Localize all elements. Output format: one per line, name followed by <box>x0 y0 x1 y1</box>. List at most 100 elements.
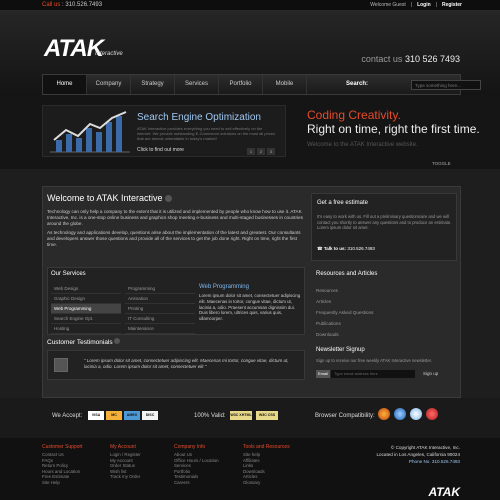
discover-icon: DISC <box>142 411 158 420</box>
call-us: Call us : 310.526.7493 <box>42 2 103 8</box>
search-input[interactable]: Type something here... <box>411 80 481 90</box>
service-item[interactable]: Search Engine Opt. <box>51 314 121 324</box>
feature-slider: Search Engine Optimization ATAK Interact… <box>0 95 500 169</box>
service-item[interactable]: Programming <box>125 284 195 294</box>
opera-icon <box>426 408 438 420</box>
nav-home[interactable]: Home <box>43 75 87 94</box>
footer-link[interactable]: Glossary <box>243 480 290 486</box>
nav-services[interactable]: Services <box>175 75 219 94</box>
welcome-text: Welcome Guest <box>370 2 406 8</box>
service-item[interactable]: IT Consulting <box>125 314 195 324</box>
footer-col-account: My Account Login / Register My Account O… <box>110 444 141 480</box>
resource-link[interactable]: Articles <box>316 296 452 307</box>
slide: Search Engine Optimization ATAK Interact… <box>42 105 286 157</box>
testimonials-title: Customer Testimonials <box>47 338 121 346</box>
footer-col-tools: Tools and Resources Site help Affiliates… <box>243 444 290 486</box>
copyright-text: © Copyright ATAK Interactive, Inc. <box>390 445 460 450</box>
location-text: Located in Los Angeles, California 90024 <box>376 452 460 457</box>
service-item[interactable]: Web Design <box>51 284 121 294</box>
ie-icon <box>394 408 406 420</box>
estimate-text: It's easy to work with us. Fill out a pr… <box>317 214 452 230</box>
footer-link[interactable]: Careers <box>174 480 219 486</box>
resource-link[interactable]: Downloads <box>316 329 452 340</box>
login-link[interactable]: Login <box>417 2 431 8</box>
account-links: Welcome Guest | Login | Register <box>370 2 462 8</box>
nav-portfolio[interactable]: Portfolio <box>219 75 263 94</box>
page: Call us : 310.526.7493 Welcome Guest | L… <box>0 0 500 500</box>
copyright-block: © Copyright ATAK Interactive, Inc. Locat… <box>376 444 460 465</box>
email-label: Email <box>316 370 330 378</box>
nav-company[interactable]: Company <box>87 75 131 94</box>
testimonial-box: " Lorem ipsum dolor sit amet, consectetu… <box>47 350 305 380</box>
slide-page-2[interactable]: 2 <box>257 148 265 155</box>
footer: Customer Support Contact Us FAQs Return … <box>0 438 500 500</box>
resource-link[interactable]: Frequently Asked Questions <box>316 307 452 318</box>
newsletter-text: Sign up to receive our free weekly ATAK … <box>316 358 432 363</box>
services-list-1: Web Design Graphic Design Web Programmin… <box>51 284 121 334</box>
services-list-2: Programming Animation Printing IT Consul… <box>125 284 195 334</box>
service-item[interactable]: Hosting <box>51 324 121 334</box>
estimate-title[interactable]: Get a free estimate <box>317 200 368 206</box>
newsletter-title: Newsletter Signup <box>316 347 365 353</box>
nav-mobile[interactable]: Mobile <box>263 75 307 94</box>
phone-icon: ☎ <box>317 246 323 251</box>
logo[interactable]: ATAK <box>44 35 104 63</box>
header: ATAK Interactive contact us 310 526 7493… <box>0 11 500 95</box>
amex-icon: AMEX <box>124 411 140 420</box>
resource-link[interactable]: Publications <box>316 318 452 329</box>
main-nav: Home Company Strategy Services Portfolio… <box>42 74 481 95</box>
service-item[interactable]: Maintenance <box>125 324 195 334</box>
service-item[interactable]: Graphic Design <box>51 294 121 304</box>
email-input[interactable]: Type email address here <box>331 370 415 378</box>
resources-list: Resources Articles Frequently Asked Ques… <box>316 285 452 340</box>
talk-to-us: ☎ Talk to us: 310.526.7493 <box>317 246 375 251</box>
w3c-xhtml-badge: W3C XHTML <box>230 411 252 420</box>
top-bar: Call us : 310.526.7493 Welcome Guest | L… <box>0 0 500 11</box>
service-item[interactable]: Animation <box>125 294 195 304</box>
tagline-welcome: Welcome to the ATAK Interactive website. <box>307 142 418 148</box>
main-content: Welcome to ATAK Interactive Technology c… <box>42 186 461 398</box>
resource-link[interactable]: Resources <box>316 285 452 296</box>
service-detail-text: Lorem ipsum dolor sit amet, consectetuer… <box>199 293 301 322</box>
we-accept-label: We Accept: <box>52 413 83 419</box>
safari-icon <box>410 408 422 420</box>
w3c-css-badge: W3C CSS <box>256 411 278 420</box>
visa-icon: VISA <box>88 411 104 420</box>
slide-title: Search Engine Optimization <box>137 112 261 123</box>
register-link[interactable]: Register <box>442 2 462 8</box>
footer-link[interactable]: Login / Register <box>110 452 141 458</box>
testimonial-avatar <box>54 358 68 372</box>
slide-more-link[interactable]: Click to find out more <box>137 147 184 153</box>
header-contact: contact us 310 526 7493 <box>361 54 460 64</box>
footer-link[interactable]: Site Help <box>42 480 83 486</box>
slide-page-3[interactable]: 3 <box>267 148 275 155</box>
footer-logo[interactable]: ATAK <box>428 485 460 499</box>
footer-link[interactable]: Track my Order <box>110 474 141 480</box>
service-detail-title: Web Programming <box>199 284 249 290</box>
slide-description: ATAK Interactive provides everything you… <box>137 126 275 141</box>
arrow-icon <box>165 195 173 203</box>
logo-subtitle: Interactive <box>95 51 123 57</box>
service-item[interactable]: Printing <box>125 304 195 314</box>
footer-col-support: Customer Support Contact Us FAQs Return … <box>42 444 83 486</box>
welcome-title: Welcome to ATAK Interactive <box>47 193 173 203</box>
services-title: Our Services <box>51 271 86 277</box>
signup-button[interactable]: Sign up <box>423 371 438 376</box>
services-panel: Our Services Web Design Graphic Design W… <box>47 267 305 335</box>
estimate-panel: Get a free estimate It's easy to work wi… <box>311 193 457 261</box>
browser-compat-label: Browser Compatibility: <box>315 413 375 419</box>
growth-chart-icon <box>50 111 130 153</box>
arrow-icon <box>114 338 121 344</box>
tagline-primary: Coding Creativity. <box>307 108 401 122</box>
nav-strategy[interactable]: Strategy <box>131 75 175 94</box>
firefox-icon <box>378 408 390 420</box>
trust-bar: We Accept: VISA MC AMEX DISC 100% Valid:… <box>0 398 500 438</box>
service-item-active[interactable]: Web Programming <box>51 304 121 314</box>
tagline-secondary: Right on time, right the first time. <box>307 122 480 136</box>
slide-page-1[interactable]: 1 <box>247 148 255 155</box>
mastercard-icon: MC <box>106 411 122 420</box>
toggle-button[interactable]: TOGGLE <box>432 161 451 166</box>
testimonial-quote: " Lorem ipsum dolor sit amet, consectetu… <box>84 358 289 369</box>
resources-title: Resources and Articles <box>316 271 378 277</box>
search-label: Search: <box>346 81 369 87</box>
